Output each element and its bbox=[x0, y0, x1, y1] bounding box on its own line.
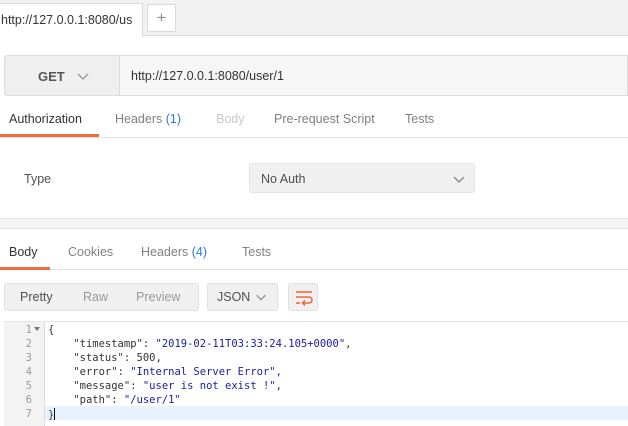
code-line: "message": "user is not exist !", bbox=[73, 380, 282, 392]
preview-button[interactable]: Preview bbox=[136, 290, 180, 304]
json-open-brace: { bbox=[48, 324, 55, 336]
code-line: } bbox=[48, 408, 56, 421]
code-line: "path": "/user/1" bbox=[73, 394, 181, 406]
tab-response-headers-label: Headers bbox=[141, 245, 189, 259]
request-tab[interactable]: http://127.0.0.1:8080/us bbox=[0, 3, 143, 37]
fold-toggle-icon[interactable] bbox=[34, 327, 40, 331]
pretty-button[interactable]: Pretty bbox=[20, 290, 53, 304]
line-number: 4 bbox=[25, 366, 32, 378]
tab-headers[interactable]: Headers (1) bbox=[115, 112, 181, 126]
text-cursor bbox=[54, 408, 56, 420]
request-tab-strip: http://127.0.0.1:8080/us + bbox=[0, 0, 628, 37]
json-value: "/user/1" bbox=[123, 394, 181, 406]
url-bar: GET bbox=[4, 55, 628, 96]
json-value: 500 bbox=[136, 352, 156, 364]
raw-button[interactable]: Raw bbox=[83, 290, 108, 304]
json-value: "Internal Server Error" bbox=[130, 366, 276, 378]
tab-headers-label: Headers bbox=[115, 112, 163, 126]
auth-type-select[interactable]: No Auth bbox=[249, 163, 475, 193]
active-line-highlight bbox=[45, 406, 628, 420]
chevron-down-icon bbox=[453, 176, 465, 184]
tab-cookies[interactable]: Cookies bbox=[68, 245, 113, 259]
tab-tests[interactable]: Tests bbox=[405, 112, 434, 126]
code-line: "status": 500, bbox=[73, 352, 162, 364]
method-select[interactable]: GET bbox=[4, 55, 120, 96]
response-headers-count-badge: (4) bbox=[191, 245, 208, 259]
json-value: "2019-02-11T03:33:24.105+0000" bbox=[155, 338, 346, 350]
json-key: "error" bbox=[73, 366, 118, 378]
line-number: 6 bbox=[25, 394, 32, 406]
active-response-tab-indicator bbox=[0, 267, 50, 270]
chevron-down-icon bbox=[256, 294, 266, 301]
auth-type-label: Type bbox=[24, 172, 52, 186]
json-key: "timestamp" bbox=[73, 338, 143, 350]
wrap-lines-icon bbox=[296, 291, 313, 307]
line-number: 5 bbox=[25, 380, 32, 392]
response-body-editor[interactable]: 1 2 3 4 5 6 7 { "timestamp": "2019-02-11… bbox=[4, 321, 628, 426]
view-mode-segmented: Pretty Raw Preview bbox=[4, 283, 199, 311]
tab-test-results[interactable]: Tests bbox=[242, 245, 271, 259]
wrap-lines-button[interactable] bbox=[288, 283, 318, 311]
json-value: "user is not exist !" bbox=[142, 380, 276, 392]
line-number: 2 bbox=[25, 338, 32, 350]
line-number-gutter: 1 2 3 4 5 6 7 bbox=[4, 322, 45, 426]
response-tabs: Body Cookies Headers (4) Tests bbox=[0, 233, 628, 270]
line-number: 3 bbox=[25, 352, 32, 364]
code-line: "error": "Internal Server Error", bbox=[73, 366, 282, 378]
line-number: 1 bbox=[25, 324, 32, 336]
chevron-down-icon bbox=[77, 73, 89, 81]
auth-type-value: No Auth bbox=[261, 172, 306, 186]
line-number: 7 bbox=[25, 408, 32, 420]
tab-response-headers[interactable]: Headers (4) bbox=[141, 245, 207, 259]
format-select[interactable]: JSON bbox=[207, 283, 278, 311]
headers-count-badge: (1) bbox=[165, 112, 182, 126]
json-key: "status" bbox=[73, 352, 124, 364]
tab-authorization[interactable]: Authorization bbox=[9, 112, 82, 126]
panel-divider bbox=[0, 218, 628, 229]
add-tab-button[interactable]: + bbox=[147, 4, 176, 32]
method-label: GET bbox=[38, 69, 65, 84]
code-line: { bbox=[48, 324, 54, 336]
active-tab-indicator bbox=[0, 134, 99, 137]
tab-body[interactable]: Body bbox=[216, 112, 245, 126]
format-label: JSON bbox=[217, 290, 251, 304]
code-line: "timestamp": "2019-02-11T03:33:24.105+00… bbox=[73, 338, 352, 350]
request-tabs: Authorization Headers (1) Body Pre-reque… bbox=[0, 103, 628, 138]
tab-response-body[interactable]: Body bbox=[9, 245, 38, 259]
json-key: "message" bbox=[73, 380, 131, 392]
url-input[interactable] bbox=[120, 55, 628, 96]
tab-pre-request-script[interactable]: Pre-request Script bbox=[274, 112, 375, 126]
json-key: "path" bbox=[73, 394, 112, 406]
